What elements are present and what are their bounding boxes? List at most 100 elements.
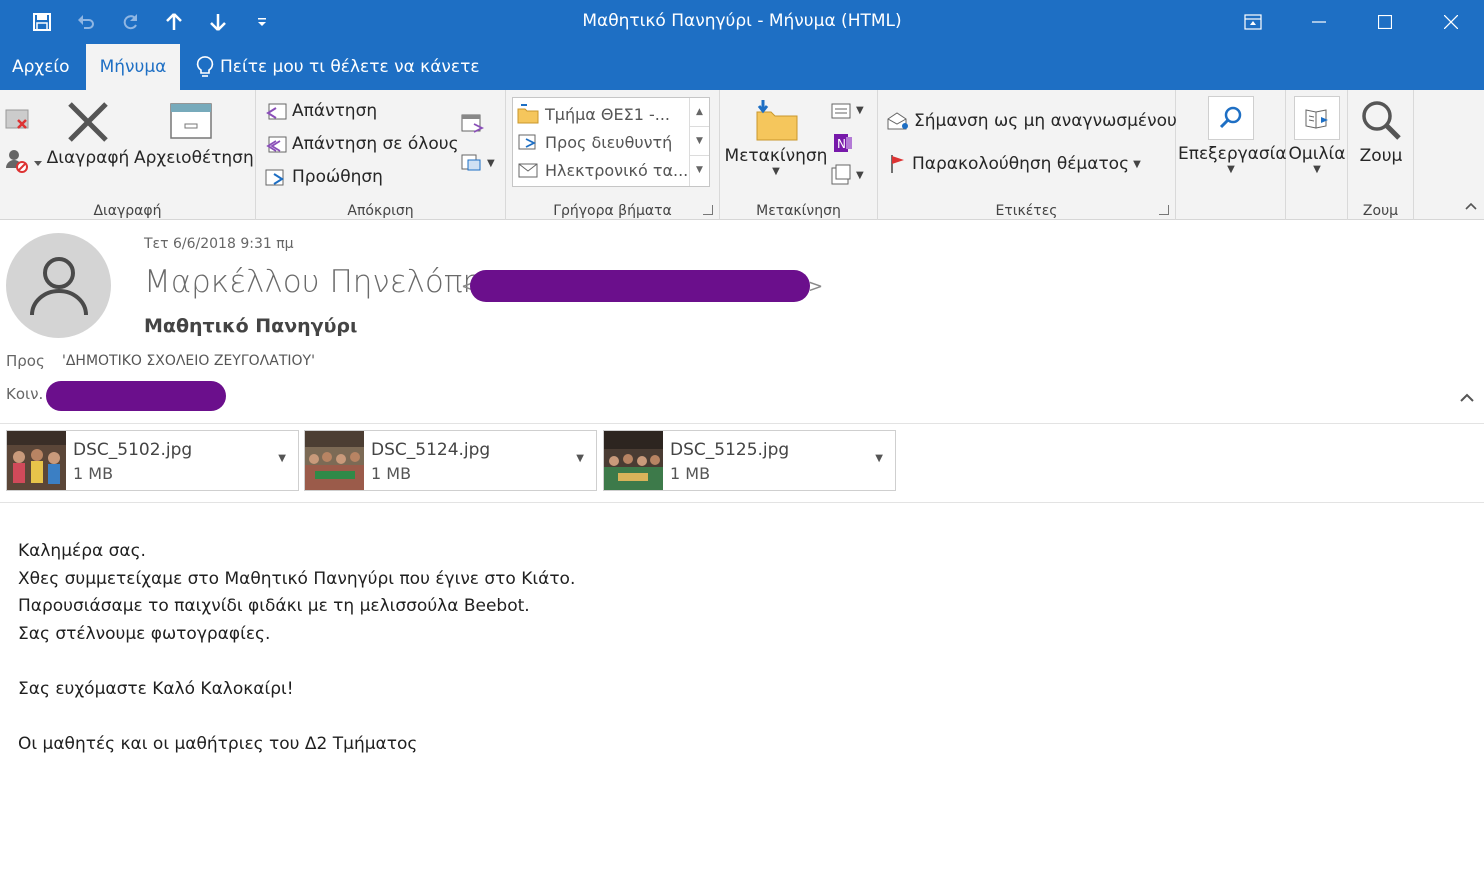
expand-gallery-icon[interactable]: ▼	[690, 156, 709, 185]
ribbon: Διαγραφή Αρχειοθέτηση Διαγραφή Απάντηση …	[0, 90, 1484, 220]
more-respond-caret-icon: ▼	[487, 157, 495, 169]
avatar[interactable]	[6, 233, 111, 338]
magnifier-icon	[1362, 101, 1401, 140]
attachment-size: 1 MB	[670, 464, 711, 483]
follow-up-button[interactable]: Παρακολούθηση θέματος ▼	[888, 153, 1141, 175]
mark-unread-label: Σήμανση ως μη αναγνωσμένου	[914, 111, 1177, 131]
attachment-name: DSC_5124.jpg	[371, 440, 491, 460]
photo-thumbnail-icon	[7, 431, 66, 490]
email-close-bracket: >	[808, 276, 824, 297]
minimize-button[interactable]	[1286, 0, 1352, 44]
meeting-reply-button[interactable]	[460, 112, 485, 138]
ribbon-display-icon	[1244, 14, 1262, 30]
ignore-icon	[5, 109, 29, 129]
ribbon-tabs: Αρχείο Μήνυμα Πείτε μου τι θέλετε να κάν…	[0, 44, 1484, 90]
move-button[interactable]: Μετακίνηση ▼	[724, 98, 828, 177]
lightbulb-icon	[196, 56, 214, 77]
collapse-ribbon-button[interactable]	[1464, 200, 1478, 215]
maximize-button[interactable]	[1352, 0, 1418, 44]
actions-button[interactable]: ▼	[830, 164, 864, 186]
attachment[interactable]: DSC_5124.jpg 1 MB ▼	[304, 430, 597, 491]
body-line	[18, 648, 575, 676]
quick-step-label: Προς διευθυντή	[545, 132, 673, 152]
mark-unread-icon	[887, 112, 908, 130]
tab-file[interactable]: Αρχείο	[0, 44, 82, 90]
tell-me-box[interactable]: Πείτε μου τι θέλετε να κάνετε	[196, 44, 480, 90]
editing-caret-icon: ▼	[1227, 164, 1235, 175]
attachment-name: DSC_5125.jpg	[670, 440, 790, 460]
follow-up-label: Παρακολούθηση θέματος	[912, 154, 1130, 174]
ribbon-display-options-button[interactable]	[1220, 0, 1286, 44]
scroll-up-icon[interactable]: ▲	[690, 98, 709, 127]
message-body[interactable]: Καλημέρα σας. Χθες συμμετείχαμε στο Μαθη…	[18, 538, 575, 758]
svg-text:N: N	[837, 137, 846, 151]
quick-steps-scrollbar[interactable]: ▲ ▼ ▼	[689, 98, 709, 186]
quick-steps-launcher[interactable]	[703, 205, 713, 215]
folder-arrow-icon	[517, 104, 539, 124]
tags-group: Σήμανση ως μη αναγνωσμένου Παρακολούθηση…	[878, 90, 1177, 220]
photo-thumbnail-icon	[604, 431, 663, 490]
move-label: Μετακίνηση	[724, 146, 828, 166]
rules-icon	[831, 103, 851, 119]
collapse-header-button[interactable]	[1454, 388, 1480, 408]
attachment-dropdown-icon[interactable]: ▼	[278, 453, 286, 464]
tab-message[interactable]: Μήνυμα	[86, 44, 180, 90]
speech-button[interactable]: Ομιλία ▼	[1288, 96, 1346, 175]
body-line: Καλημέρα σας.	[18, 541, 146, 561]
zoom-label: Ζουμ	[1359, 146, 1403, 166]
title-bar: Μαθητικό Πανηγύρι - Μήνυμα (HTML)	[0, 0, 1484, 44]
delete-group-label: Διαγραφή	[93, 203, 162, 219]
attachment-thumbnail	[604, 431, 663, 490]
archive-button[interactable]: Αρχειοθέτηση	[134, 100, 254, 168]
attachment[interactable]: DSC_5102.jpg 1 MB ▼	[6, 430, 299, 491]
delete-button[interactable]: Διαγραφή	[46, 100, 130, 168]
more-respond-icon	[461, 154, 481, 171]
cc-label: Κοιν.	[6, 385, 44, 403]
clean-up-button[interactable]	[4, 148, 42, 174]
reply-button[interactable]: Απάντηση	[264, 100, 377, 122]
scroll-down-icon[interactable]: ▼	[690, 127, 709, 156]
editing-button[interactable]: Επεξεργασία ▼	[1178, 96, 1287, 175]
close-icon	[1444, 15, 1458, 29]
quick-step-item[interactable]: Τμήμα ΘΕΣ1 -...	[517, 104, 670, 124]
follow-up-caret-icon: ▼	[1133, 158, 1141, 170]
quick-step-item[interactable]: Προς διευθυντή	[517, 132, 672, 152]
mark-unread-button[interactable]: Σήμανση ως μη αναγνωσμένου	[886, 110, 1177, 132]
clean-up-icon	[6, 150, 42, 173]
attachment[interactable]: DSC_5125.jpg 1 MB ▼	[603, 430, 896, 491]
onenote-button[interactable]: N	[832, 132, 854, 158]
attachment-dropdown-icon[interactable]: ▼	[576, 453, 584, 464]
quick-step-label: Τμήμα ΘΕΣ1 -...	[545, 104, 671, 124]
rules-button[interactable]: ▼	[830, 100, 864, 120]
to-recipient[interactable]: 'ΔΗΜΟΤΙΚΟ ΣΧΟΛΕΙΟ ΖΕΥΓΟΛΑΤΙΟΥ'	[62, 353, 315, 369]
move-caret-icon: ▼	[772, 166, 780, 177]
forward-label: Προώθηση	[292, 167, 383, 187]
tags-launcher[interactable]	[1159, 205, 1169, 215]
more-respond-button[interactable]: ▼	[460, 152, 495, 174]
editing-label: Επεξεργασία	[1178, 144, 1287, 164]
read-aloud-icon	[1305, 109, 1328, 129]
message-date: Τετ 6/6/2018 9:31 πμ	[144, 236, 294, 252]
ignore-button[interactable]	[4, 106, 32, 134]
speech-caret-icon: ▼	[1313, 164, 1321, 175]
speech-group: Ομιλία ▼	[1286, 90, 1348, 220]
attachment-dropdown-icon[interactable]: ▼	[875, 453, 883, 464]
respond-group-label: Απόκριση	[347, 203, 414, 219]
close-button[interactable]	[1418, 0, 1484, 44]
redacted-cc-recipient	[46, 381, 226, 411]
zoom-button[interactable]: Ζουμ	[1350, 98, 1412, 166]
redacted-sender-email	[470, 270, 810, 302]
sender-name[interactable]: Μαρκέλλου Πηνελόπη	[144, 264, 482, 300]
reply-all-button[interactable]: Απάντηση σε όλους	[264, 133, 459, 155]
attachment-size: 1 MB	[73, 464, 114, 483]
quick-step-item[interactable]: Ηλεκτρονικό τα...	[517, 160, 688, 180]
meeting-reply-icon	[461, 114, 485, 133]
forward-button[interactable]: Προώθηση	[264, 166, 383, 188]
photo-thumbnail-icon	[305, 431, 364, 490]
forward-to-icon	[518, 134, 537, 150]
body-line	[18, 703, 575, 731]
reply-all-label: Απάντηση σε όλους	[292, 134, 459, 154]
person-icon	[29, 256, 88, 315]
search-icon	[1219, 106, 1242, 129]
move-folder-icon	[756, 100, 798, 141]
